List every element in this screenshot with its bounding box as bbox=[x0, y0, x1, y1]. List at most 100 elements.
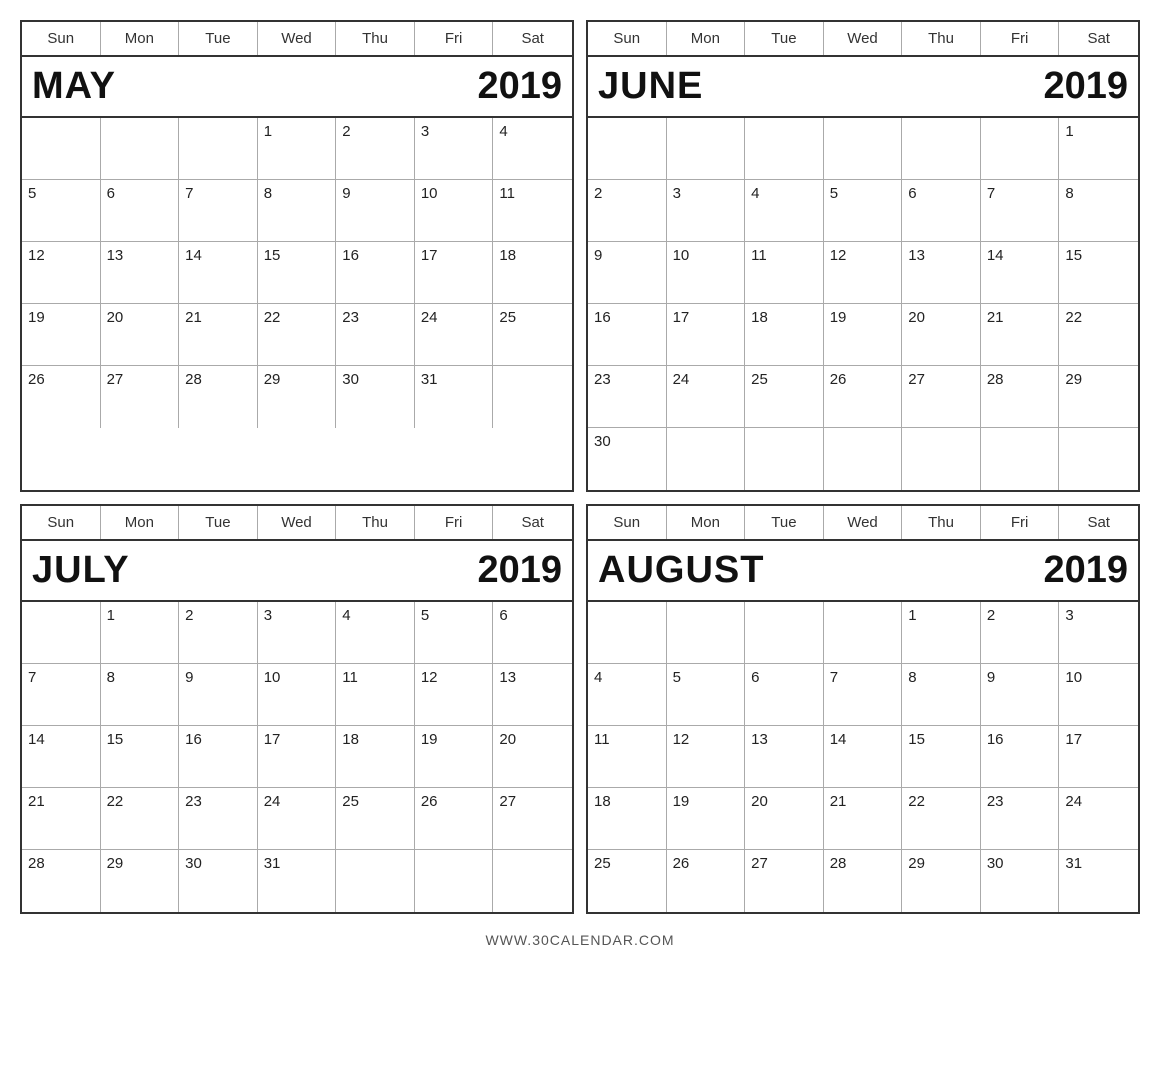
day-cell: 18 bbox=[588, 788, 667, 850]
day-cell: 26 bbox=[824, 366, 903, 428]
day-number: 30 bbox=[987, 855, 1004, 872]
day-number: 15 bbox=[1065, 247, 1082, 264]
year-name: 2019 bbox=[1043, 65, 1128, 108]
day-cell: 26 bbox=[667, 850, 746, 912]
day-number: 2 bbox=[987, 607, 995, 624]
day-number: 17 bbox=[673, 309, 690, 326]
day-cell: 28 bbox=[824, 850, 903, 912]
day-header-tue: Tue bbox=[179, 506, 258, 539]
page: SunMonTueWedThuFriSatMAY2019123456789101… bbox=[10, 10, 1150, 952]
day-cell: 16 bbox=[336, 242, 415, 304]
day-number: 11 bbox=[751, 247, 767, 264]
day-number: 19 bbox=[673, 793, 690, 810]
day-header-tue: Tue bbox=[745, 506, 824, 539]
day-number: 12 bbox=[830, 247, 847, 264]
day-cell bbox=[415, 850, 494, 912]
day-number: 28 bbox=[830, 855, 847, 872]
day-cell: 27 bbox=[902, 366, 981, 428]
day-number: 2 bbox=[185, 607, 193, 624]
day-number: 12 bbox=[421, 669, 438, 686]
day-cell: 25 bbox=[493, 304, 572, 366]
day-headers: SunMonTueWedThuFriSat bbox=[588, 22, 1138, 57]
day-header-thu: Thu bbox=[336, 22, 415, 55]
days-grid: 1234567891011121314151617181920212223242… bbox=[588, 602, 1138, 912]
day-number: 23 bbox=[342, 309, 359, 326]
day-number: 27 bbox=[107, 371, 124, 388]
day-number: 12 bbox=[28, 247, 45, 264]
day-number: 11 bbox=[342, 669, 358, 686]
day-number: 14 bbox=[28, 731, 45, 748]
day-cell: 15 bbox=[101, 726, 180, 788]
day-number: 11 bbox=[499, 185, 515, 202]
day-number: 4 bbox=[594, 669, 602, 686]
day-number: 31 bbox=[421, 371, 438, 388]
day-cell: 7 bbox=[22, 664, 101, 726]
day-number: 1 bbox=[107, 607, 115, 624]
day-cell bbox=[493, 850, 572, 912]
day-number: 9 bbox=[342, 185, 350, 202]
day-cell bbox=[745, 118, 824, 180]
day-cell: 2 bbox=[588, 180, 667, 242]
day-number: 10 bbox=[264, 669, 281, 686]
day-cell: 22 bbox=[258, 304, 337, 366]
day-cell: 28 bbox=[179, 366, 258, 428]
day-cell: 26 bbox=[22, 366, 101, 428]
day-cell: 19 bbox=[22, 304, 101, 366]
day-number: 31 bbox=[1065, 855, 1082, 872]
day-number: 25 bbox=[342, 793, 359, 810]
day-number: 16 bbox=[987, 731, 1004, 748]
day-cell: 20 bbox=[101, 304, 180, 366]
day-cell: 13 bbox=[902, 242, 981, 304]
day-cell: 8 bbox=[902, 664, 981, 726]
calendar-grid: SunMonTueWedThuFriSatMAY2019123456789101… bbox=[10, 10, 1150, 924]
day-cell: 30 bbox=[588, 428, 667, 490]
day-cell: 4 bbox=[493, 118, 572, 180]
day-number: 29 bbox=[264, 371, 281, 388]
day-number: 27 bbox=[499, 793, 516, 810]
day-number: 13 bbox=[751, 731, 768, 748]
day-number: 5 bbox=[830, 185, 838, 202]
month-calendar-august: SunMonTueWedThuFriSatAUGUST2019123456789… bbox=[586, 504, 1140, 914]
day-cell: 9 bbox=[336, 180, 415, 242]
day-number: 29 bbox=[908, 855, 925, 872]
day-cell: 29 bbox=[258, 366, 337, 428]
day-cell bbox=[824, 602, 903, 664]
day-number: 19 bbox=[830, 309, 847, 326]
day-cell: 5 bbox=[22, 180, 101, 242]
day-number: 3 bbox=[264, 607, 272, 624]
day-number: 22 bbox=[908, 793, 925, 810]
day-cell: 18 bbox=[493, 242, 572, 304]
day-cell: 20 bbox=[745, 788, 824, 850]
day-cell: 24 bbox=[1059, 788, 1138, 850]
day-cell: 1 bbox=[902, 602, 981, 664]
day-number: 29 bbox=[1065, 371, 1082, 388]
day-number: 8 bbox=[264, 185, 272, 202]
day-cell bbox=[981, 428, 1060, 490]
day-number: 15 bbox=[264, 247, 281, 264]
day-cell: 24 bbox=[258, 788, 337, 850]
day-cell bbox=[22, 602, 101, 664]
day-number: 22 bbox=[107, 793, 124, 810]
day-number: 3 bbox=[1065, 607, 1073, 624]
day-cell: 10 bbox=[1059, 664, 1138, 726]
day-cell: 11 bbox=[745, 242, 824, 304]
day-cell bbox=[824, 118, 903, 180]
day-cell: 2 bbox=[336, 118, 415, 180]
day-cell: 26 bbox=[415, 788, 494, 850]
day-number: 17 bbox=[421, 247, 438, 264]
day-cell bbox=[981, 118, 1060, 180]
month-calendar-july: SunMonTueWedThuFriSatJULY201912345678910… bbox=[20, 504, 574, 914]
day-cell bbox=[745, 428, 824, 490]
day-number: 11 bbox=[594, 731, 610, 748]
day-number: 4 bbox=[751, 185, 759, 202]
day-cell: 27 bbox=[101, 366, 180, 428]
day-cell: 21 bbox=[824, 788, 903, 850]
day-number: 20 bbox=[499, 731, 516, 748]
day-header-wed: Wed bbox=[258, 22, 337, 55]
day-number: 15 bbox=[908, 731, 925, 748]
day-cell bbox=[667, 602, 746, 664]
day-cell: 5 bbox=[667, 664, 746, 726]
day-cell: 2 bbox=[179, 602, 258, 664]
day-cell: 10 bbox=[258, 664, 337, 726]
day-cell: 14 bbox=[981, 242, 1060, 304]
